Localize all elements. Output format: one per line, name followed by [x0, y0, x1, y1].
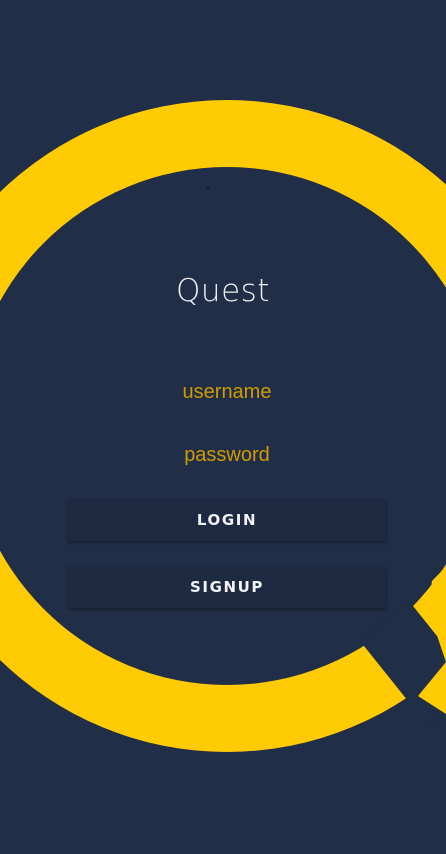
password-input[interactable]	[68, 435, 386, 475]
decorative-dot	[207, 187, 209, 189]
q-ring-logo-icon	[0, 100, 446, 752]
signup-button[interactable]: SIGNUP	[68, 566, 386, 608]
app-title: Quest	[176, 273, 270, 309]
login-screen: Quest LOGIN SIGNUP	[0, 0, 446, 854]
signup-button-label: SIGNUP	[189, 578, 265, 596]
login-button-label: LOGIN	[196, 511, 258, 529]
login-button[interactable]: LOGIN	[68, 499, 386, 541]
username-input[interactable]	[68, 372, 386, 412]
